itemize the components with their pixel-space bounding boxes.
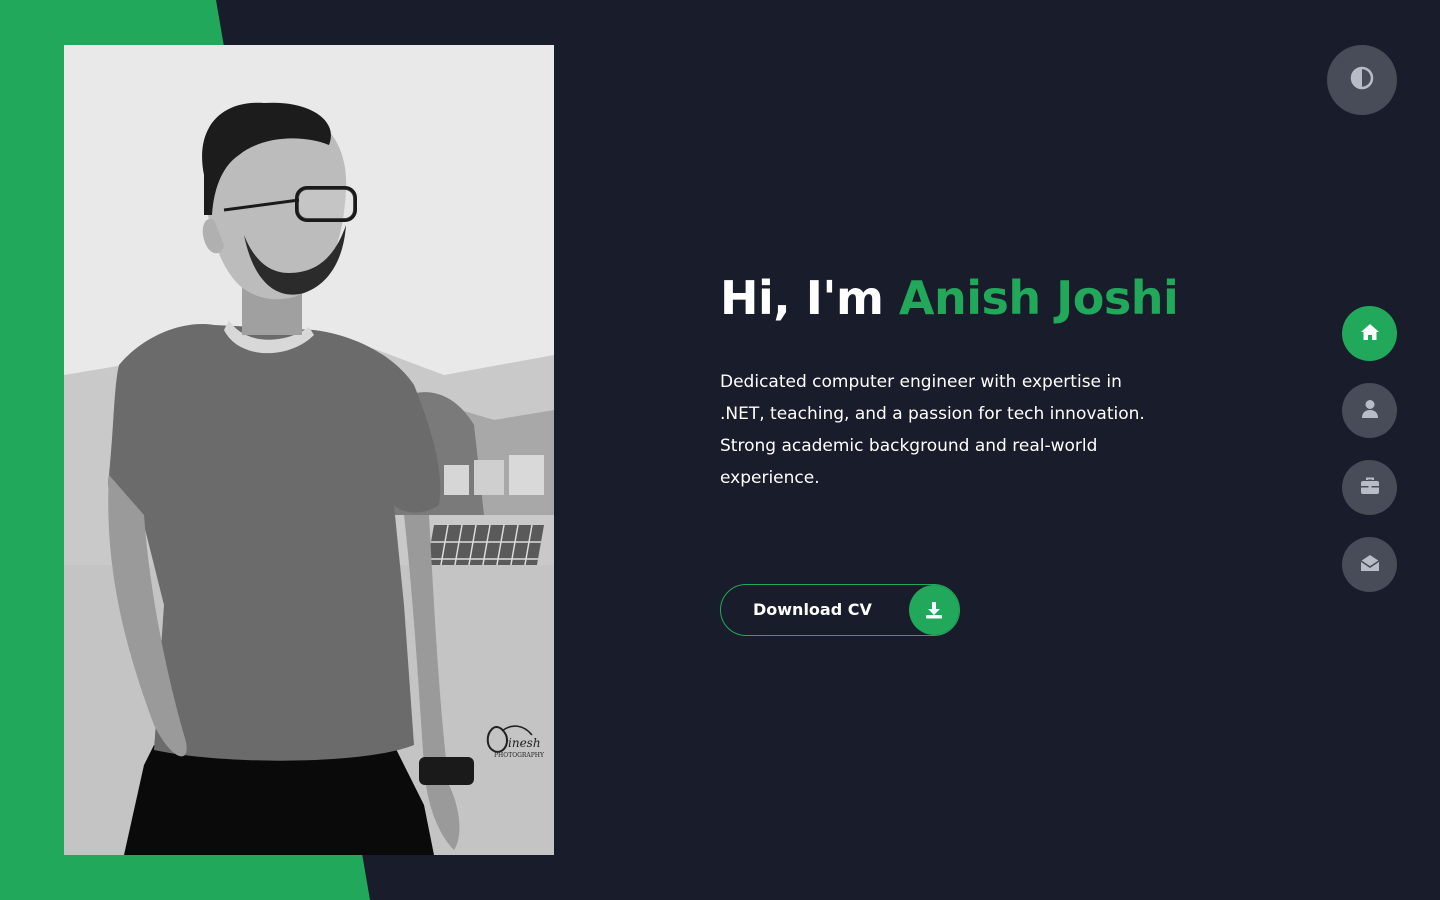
svg-text:inesh: inesh bbox=[508, 736, 541, 750]
profile-photo: inesh PHOTOGRAPHY bbox=[64, 45, 554, 855]
theme-toggle-button[interactable] bbox=[1327, 45, 1397, 115]
hero-greeting: Hi, I'm bbox=[720, 271, 884, 325]
contrast-icon bbox=[1350, 66, 1374, 94]
envelope-open-icon bbox=[1360, 554, 1380, 576]
download-icon bbox=[909, 585, 959, 635]
download-cv-label: Download CV bbox=[753, 600, 872, 619]
nav-portfolio-button[interactable] bbox=[1342, 460, 1397, 515]
user-icon bbox=[1361, 399, 1379, 423]
page: inesh PHOTOGRAPHY Hi, I'm Anish Joshi De… bbox=[0, 0, 1440, 900]
side-nav bbox=[1342, 306, 1397, 614]
svg-text:PHOTOGRAPHY: PHOTOGRAPHY bbox=[494, 752, 545, 759]
home-icon bbox=[1360, 323, 1380, 345]
nav-contact-button[interactable] bbox=[1342, 537, 1397, 592]
nav-about-button[interactable] bbox=[1342, 383, 1397, 438]
hero-title: Hi, I'm Anish Joshi bbox=[720, 262, 1180, 334]
hero-name: Anish Joshi bbox=[898, 271, 1179, 325]
hero-section: Hi, I'm Anish Joshi Dedicated computer e… bbox=[720, 262, 1180, 494]
download-cv-button[interactable]: Download CV bbox=[720, 584, 960, 636]
briefcase-icon bbox=[1360, 477, 1380, 499]
hero-description: Dedicated computer engineer with experti… bbox=[720, 372, 1145, 488]
nav-home-button[interactable] bbox=[1342, 306, 1397, 361]
